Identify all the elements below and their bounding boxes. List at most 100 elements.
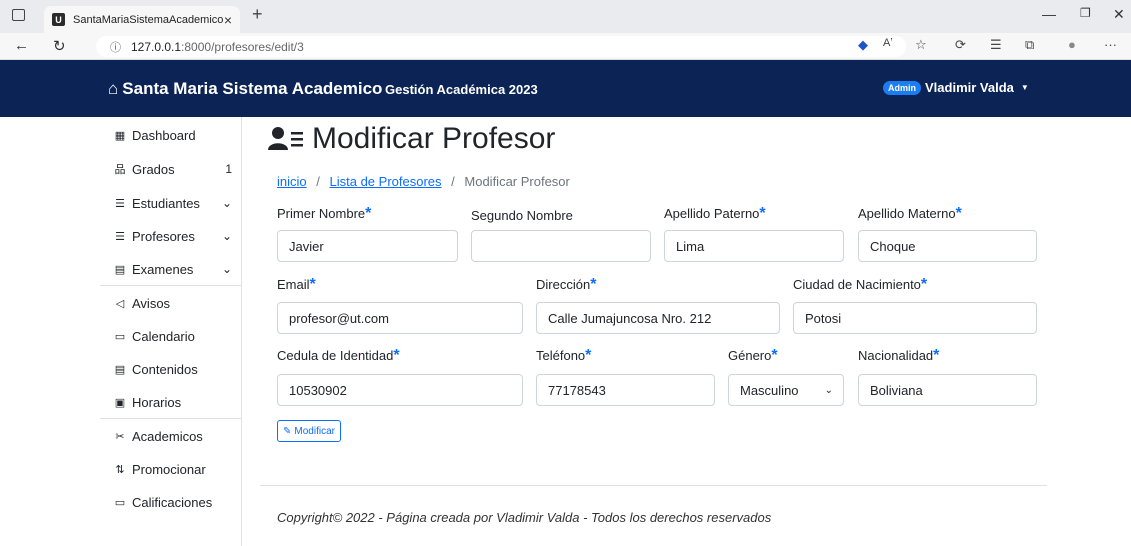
document-icon: ▤ (114, 263, 126, 276)
email-label: Email* (277, 276, 316, 293)
sidebar-item-label: Grados (132, 161, 175, 177)
sidebar-item-contenidos[interactable]: ▤ Contenidos (100, 352, 242, 386)
info-icon[interactable]: ⓘ (110, 39, 121, 55)
nacionalidad-input[interactable]: Boliviana (858, 374, 1037, 406)
schedule-icon: ▣ (114, 396, 126, 409)
page-title: Modificar Profesor (268, 122, 555, 156)
apellido-paterno-label: Apellido Paterno* (664, 205, 766, 222)
refresh-icon[interactable]: ↻ (53, 37, 66, 55)
sidebar-item-horarios[interactable]: ▣ Horarios (100, 385, 242, 419)
direccion-input[interactable]: Calle Jumajuncosa Nro. 212 (536, 302, 780, 334)
sidebar-item-label: Avisos (132, 295, 171, 311)
breadcrumb-current: Modificar Profesor (464, 174, 570, 189)
read-aloud-icon[interactable]: Aʼ (883, 37, 893, 49)
sidebar-item-promocionar[interactable]: ⇅ Promocionar (100, 452, 242, 486)
close-tab-icon[interactable]: × (224, 12, 232, 28)
segundo-nombre-input[interactable] (471, 230, 651, 262)
chevron-down-icon: ⌄ (824, 384, 833, 396)
breadcrumb-home-link[interactable]: inicio (277, 174, 307, 189)
ci-input[interactable]: 10530902 (277, 374, 523, 406)
sidebar-item-examenes[interactable]: ▤ Examenes ⌄ (100, 252, 242, 286)
primer-nombre-input[interactable]: Javier (277, 230, 458, 262)
sidebar-item-calificaciones[interactable]: ▭ Calificaciones (100, 485, 242, 519)
sidebar-item-label: Estudiantes (132, 195, 200, 211)
favorite-icon[interactable]: ☆ (915, 37, 927, 53)
sidebar-item-dashboard[interactable]: ▦ Dashboard (100, 118, 242, 152)
user-list-icon: ☰ (115, 197, 125, 210)
direccion-label: Dirección* (536, 276, 597, 293)
more-icon[interactable]: ··· (1104, 37, 1117, 52)
genero-select[interactable]: Masculino ⌄ (728, 374, 844, 406)
browser-tab-bar: U SantaMariaSistemaAcademico × + — ❐ ✕ (0, 0, 1131, 33)
apellido-materno-input[interactable]: Choque (858, 230, 1037, 262)
address-bar-row: ← ↻ ⓘ 127.0.0.1 :8000/profesores/edit/3 … (0, 33, 1131, 60)
modificar-label: Modificar (294, 425, 335, 437)
url-path: :8000/profesores/edit/3 (181, 39, 304, 54)
email-field[interactable]: profesor@ut.com (277, 302, 523, 334)
sitemap-icon: 品 (114, 164, 126, 176)
favorites-bar-icon[interactable]: ☰ (990, 37, 1002, 53)
apellido-paterno-input[interactable]: Lima (664, 230, 844, 262)
sidebar-item-label: Contenidos (132, 361, 198, 377)
minimize-icon[interactable]: — (1042, 6, 1056, 22)
favicon-icon: U (52, 13, 65, 26)
ci-label: Cedula de Identidad* (277, 347, 400, 364)
navbar-subtitle: Gestión Académica 2023 (385, 82, 538, 97)
sidebar-item-label: Dashboard (132, 127, 196, 143)
calendar-icon: ▭ (114, 330, 126, 343)
url-host: 127.0.0.1 (131, 39, 182, 54)
user-edit-icon: ✎ (283, 425, 292, 437)
content-icon: ▤ (114, 363, 126, 376)
restore-icon[interactable]: ❐ (1080, 6, 1091, 20)
new-tab-icon[interactable]: + (252, 4, 263, 25)
breadcrumb: inicio / Lista de Profesores / Modificar… (277, 174, 570, 189)
user-name: Vladimir Valda (925, 80, 1014, 95)
tab-actions-icon[interactable] (12, 9, 25, 21)
chevron-down-icon: ⌄ (221, 262, 232, 276)
grid-icon: ▦ (114, 129, 126, 142)
tab-title: SantaMariaSistemaAcademico (73, 13, 224, 26)
arrows-updown-icon: ⇅ (115, 463, 125, 476)
telefono-input[interactable]: 77178543 (536, 374, 715, 406)
collections-icon[interactable]: ⧉ (1025, 37, 1034, 53)
modificar-button[interactable]: ✎ Modificar (277, 420, 341, 442)
browser-tab[interactable]: U SantaMariaSistemaAcademico × (44, 6, 240, 33)
sidebar-item-estudiantes[interactable]: ☰ Estudiantes ⌄ (100, 186, 242, 220)
user-dropdown[interactable]: Admin Vladimir Valda ▼ (883, 80, 1029, 95)
sidebar-item-label: Horarios (132, 394, 182, 410)
brand-link[interactable]: ⌂ Santa Maria Sistema Academico (108, 79, 382, 99)
sidebar-item-label: Calendario (132, 328, 195, 344)
grados-count: 1 (225, 162, 232, 176)
back-icon[interactable]: ← (14, 37, 29, 54)
sidebar-item-profesores[interactable]: ☰ Profesores ⌄ (100, 219, 242, 253)
user-list-icon (268, 127, 303, 150)
primer-nombre-label: Primer Nombre* (277, 205, 372, 222)
page-title-text: Modificar Profesor (312, 122, 556, 155)
sidebar-item-label: Academicos (132, 428, 203, 444)
role-badge: Admin (883, 80, 921, 95)
breadcrumb-list-link[interactable]: Lista de Profesores (330, 174, 442, 189)
extensions-icon[interactable]: ⟳ (955, 37, 966, 53)
apellido-materno-label: Apellido Materno* (858, 205, 962, 222)
sidebar: ▦ Dashboard 品 Grados 1 ☰ Estudiantes ⌄ ☰… (100, 117, 242, 546)
ciudad-input[interactable]: Potosi (793, 302, 1037, 334)
profile-icon[interactable]: ● (1068, 37, 1076, 52)
sidebar-item-academicos[interactable]: ✂ Academicos (100, 419, 242, 453)
footer-divider (260, 485, 1047, 486)
chevron-down-icon: ⌄ (221, 196, 232, 210)
sidebar-item-avisos[interactable]: ◁ Avisos (100, 286, 242, 320)
card-icon: ▭ (114, 496, 126, 509)
breadcrumb-separator: / (316, 174, 320, 189)
url-field[interactable]: ⓘ 127.0.0.1 :8000/profesores/edit/3 (96, 36, 906, 57)
ciudad-label: Ciudad de Nacimiento* (793, 276, 928, 293)
sidebar-item-calendario[interactable]: ▭ Calendario (100, 319, 242, 353)
brand-text: Santa Maria Sistema Academico (122, 79, 383, 98)
sidebar-item-label: Profesores (132, 228, 195, 244)
breadcrumb-separator: / (451, 174, 455, 189)
sidebar-item-grados[interactable]: 品 Grados 1 (100, 152, 242, 186)
close-window-icon[interactable]: ✕ (1113, 6, 1125, 23)
tag-icon[interactable]: ◆ (858, 37, 868, 53)
sidebar-item-label: Calificaciones (132, 494, 213, 510)
sidebar-item-label: Examenes (132, 261, 194, 277)
megaphone-icon: ◁ (115, 297, 125, 310)
